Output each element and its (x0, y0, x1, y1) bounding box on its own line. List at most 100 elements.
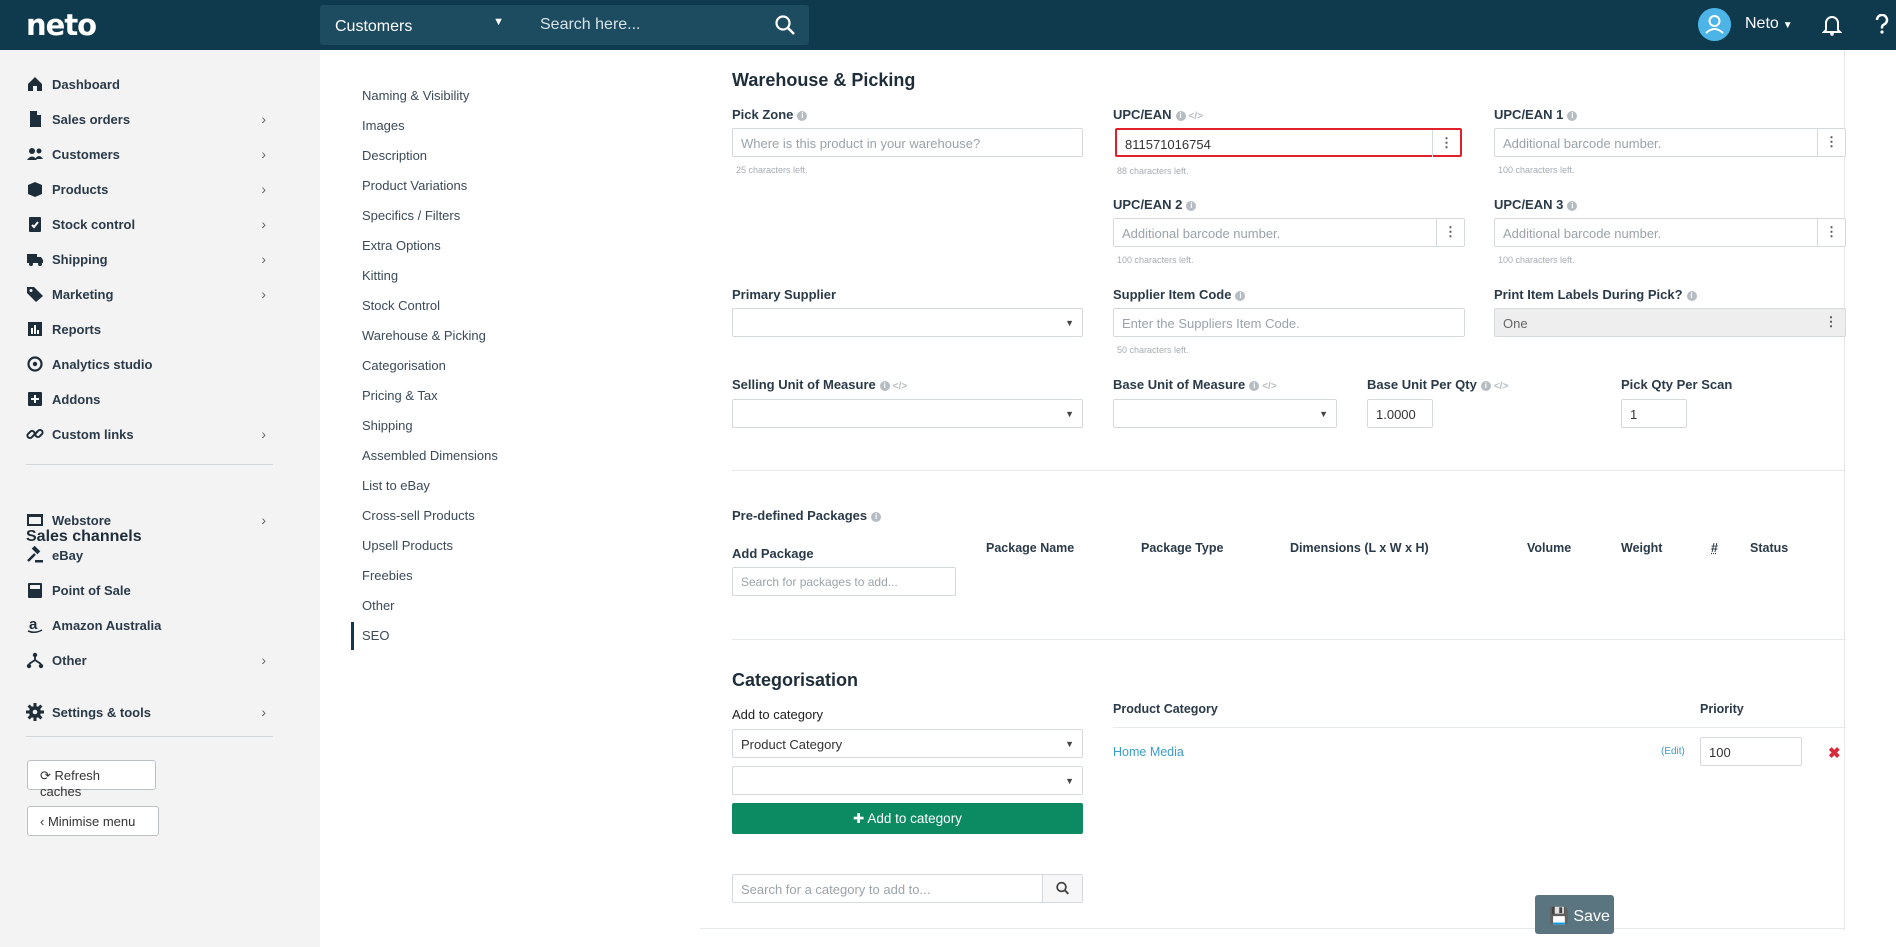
category-search-input[interactable]: Search for a category to add to... (732, 874, 1083, 903)
base-uom-select[interactable]: ▼ (1113, 399, 1337, 428)
category-link-home-media[interactable]: Home Media (1113, 745, 1184, 759)
pick-zone-hint: 25 characters left. (736, 165, 808, 175)
supplier-code-input[interactable]: Enter the Suppliers Item Code. (1113, 308, 1465, 337)
subnav-item-shipping[interactable]: Shipping (362, 418, 413, 433)
sitemap-icon (26, 652, 44, 669)
info-icon[interactable]: i (1686, 290, 1697, 301)
search-scope-select[interactable]: Customers ▼ (320, 5, 518, 45)
priority-input[interactable]: 100 (1700, 737, 1802, 766)
subnav-item-extra-options[interactable]: Extra Options (362, 238, 441, 253)
subnav-item-freebies[interactable]: Freebies (362, 568, 413, 583)
search-icon[interactable] (1042, 875, 1082, 902)
selling-uom-select[interactable]: ▼ (732, 399, 1083, 428)
upc2-input[interactable]: Additional barcode number. ⋮ (1113, 218, 1465, 247)
sidebar-item-products[interactable]: Products › (26, 176, 272, 206)
subnav-item-product-variations[interactable]: Product Variations (362, 178, 467, 193)
info-icon[interactable]: i (1567, 110, 1578, 121)
sidebar-item-sales-orders[interactable]: Sales orders › (26, 106, 272, 136)
sidebar-item-custom-links[interactable]: Custom links › (26, 421, 272, 451)
search-icon[interactable] (773, 13, 797, 37)
subnav-item-pricing-tax[interactable]: Pricing & Tax (362, 388, 438, 403)
package-search-input[interactable]: Search for packages to add... (732, 567, 956, 596)
info-icon[interactable]: i (1175, 110, 1186, 121)
info-icon[interactable]: i (1480, 380, 1491, 391)
info-icon[interactable]: i (1235, 290, 1246, 301)
col-volume: Volume (1527, 541, 1572, 555)
webstore-icon (27, 514, 43, 526)
sidebar-item-analytics-studio[interactable]: Analytics studio (26, 351, 272, 381)
sidebar-item-stock-control[interactable]: Stock control › (26, 211, 272, 241)
info-icon[interactable]: i (1567, 200, 1578, 211)
code-icon[interactable]: </> (1494, 381, 1508, 392)
code-icon[interactable]: </> (1189, 111, 1203, 122)
subnav-item-categorisation[interactable]: Categorisation (362, 358, 446, 373)
subnav-item-assembled-dimensions[interactable]: Assembled Dimensions (362, 448, 498, 463)
sidebar-item-settings[interactable]: Settings & tools › (26, 699, 272, 729)
subnav-item-seo[interactable]: SEO (362, 628, 389, 643)
code-icon[interactable]: </> (893, 381, 907, 392)
remove-icon[interactable]: ✖ (1828, 744, 1841, 762)
sidebar-channel-point-of-sale[interactable]: Point of Sale (26, 577, 272, 607)
pick-zone-input[interactable]: Where is this product in your warehouse? (732, 128, 1083, 157)
sidebar-channel-ebay[interactable]: eBay (26, 542, 272, 572)
minimise-menu-button[interactable]: ‹ Minimise menu (27, 806, 159, 836)
subnav-item-upsell-products[interactable]: Upsell Products (362, 538, 453, 553)
bell-icon[interactable] (1822, 14, 1842, 36)
subnav-item-stock-control[interactable]: Stock Control (362, 298, 440, 313)
subnav-item-other[interactable]: Other (362, 598, 395, 613)
print-labels-select[interactable]: One ⋮ (1494, 308, 1846, 337)
sidebar-channel-other[interactable]: Other › (26, 647, 272, 677)
sidebar-item-label: Webstore (52, 513, 111, 528)
caret-down-icon: ▼ (1065, 739, 1074, 749)
add-to-category-button[interactable]: ✚ Add to category (732, 803, 1083, 834)
sidebar-channel-amazon-australia[interactable]: a Amazon Australia (26, 612, 272, 642)
info-icon[interactable]: i (879, 380, 890, 391)
sidebar-item-reports[interactable]: Reports (26, 316, 272, 346)
subnav-item-naming-visibility[interactable]: Naming & Visibility (362, 88, 469, 103)
info-icon[interactable]: i (1186, 200, 1197, 211)
more-vertical-icon[interactable]: ⋮ (1432, 130, 1460, 157)
save-button[interactable]: 💾 Save (1535, 895, 1614, 934)
neto-logo[interactable]: neto (26, 8, 97, 42)
primary-supplier-select[interactable]: ▼ (732, 308, 1083, 337)
subnav-item-description[interactable]: Description (362, 148, 427, 163)
subnav-item-specifics-filters[interactable]: Specifics / Filters (362, 208, 460, 223)
upc1-input[interactable]: Additional barcode number. ⋮ (1494, 128, 1846, 157)
sidebar-item-dashboard[interactable]: Dashboard (26, 71, 272, 101)
caret-down-icon: ▼ (1782, 20, 1793, 31)
subnav-active-indicator (351, 622, 354, 650)
user-menu[interactable]: Neto ▼ (1745, 15, 1793, 33)
category-type-select[interactable]: Product Category ▼ (732, 729, 1083, 758)
more-vertical-icon[interactable]: ⋮ (1817, 129, 1845, 156)
subnav-item-warehouse-picking[interactable]: Warehouse & Picking (362, 328, 486, 343)
user-avatar-icon[interactable] (1698, 8, 1731, 41)
sidebar-item-shipping[interactable]: Shipping › (26, 246, 272, 276)
subnav-item-images[interactable]: Images (362, 118, 405, 133)
sidebar-item-marketing[interactable]: Marketing › (26, 281, 272, 311)
subnav-item-cross-sell-products[interactable]: Cross-sell Products (362, 508, 475, 523)
subnav-item-list-to-ebay[interactable]: List to eBay (362, 478, 430, 493)
code-icon[interactable]: </> (1262, 381, 1276, 392)
sidebar-channel-webstore[interactable]: Webstore › (26, 507, 272, 537)
upc3-input[interactable]: Additional barcode number. ⋮ (1494, 218, 1846, 247)
refresh-caches-button[interactable]: ⟳ Refresh caches (27, 760, 156, 799)
sidebar-item-label: Other (52, 653, 87, 668)
more-vertical-icon[interactable]: ⋮ (1436, 219, 1464, 246)
category-select[interactable]: ▼ (732, 766, 1083, 795)
sidebar-item-customers[interactable]: Customers › (26, 141, 272, 171)
more-vertical-icon[interactable]: ⋮ (1817, 309, 1845, 336)
sidebar-item-addons[interactable]: Addons (26, 386, 272, 416)
search-input[interactable]: Search here... (520, 5, 809, 45)
upc-input[interactable]: 811571016754 ⋮ (1115, 128, 1462, 157)
info-icon[interactable]: i (871, 511, 882, 522)
sidebar-item-label: Point of Sale (52, 583, 131, 598)
subnav-item-kitting[interactable]: Kitting (362, 268, 398, 283)
info-icon[interactable]: i (1249, 380, 1260, 391)
more-vertical-icon[interactable]: ⋮ (1817, 219, 1845, 246)
pick-qty-input[interactable]: 1 (1621, 399, 1687, 428)
base-unit-qty-input[interactable]: 1.0000 (1367, 399, 1433, 428)
info-icon[interactable]: i (797, 110, 808, 121)
sidebar-item-label: Analytics studio (52, 357, 153, 372)
edit-category-link[interactable]: (Edit) (1661, 746, 1685, 757)
help-icon[interactable] (1873, 14, 1891, 34)
